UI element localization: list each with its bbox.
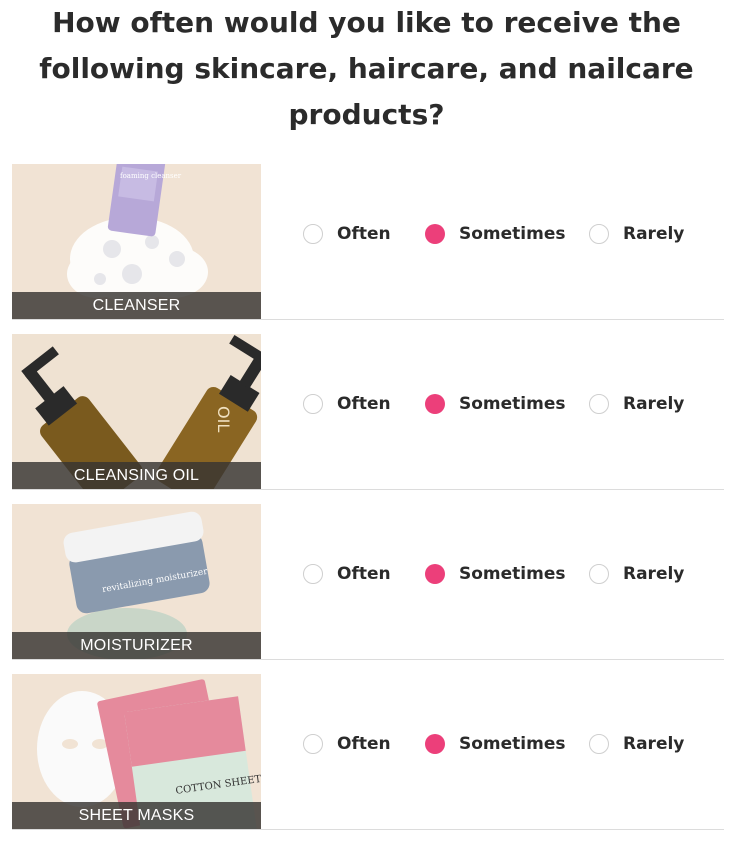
often-option[interactable]: Often xyxy=(303,561,391,587)
radio-sometimes-selected[interactable] xyxy=(425,224,445,244)
option-label-rarely: Rarely xyxy=(623,224,685,244)
product-row-moisturizer: revitalizing moisturizer MOISTURIZER Oft… xyxy=(0,502,733,672)
sheet-masks-image: COTTON SHEET MASK SHEET MASKS xyxy=(12,674,261,829)
radio-often[interactable] xyxy=(303,564,323,584)
row-divider xyxy=(12,489,724,490)
product-frequency-list: foaming cleanser CLEANSER Often Sometime… xyxy=(0,162,733,842)
radio-often[interactable] xyxy=(303,734,323,754)
product-caption: SHEET MASKS xyxy=(12,802,261,829)
rarely-option[interactable]: Rarely xyxy=(589,561,684,587)
option-label-often: Often xyxy=(337,734,391,754)
rarely-option[interactable]: Rarely xyxy=(589,221,684,247)
product-caption: CLEANSER xyxy=(12,292,261,319)
option-label-sometimes: Sometimes xyxy=(459,734,566,754)
cleanser-tube-text: foaming cleanser xyxy=(120,172,182,180)
radio-rarely[interactable] xyxy=(589,564,609,584)
often-option[interactable]: Often xyxy=(303,221,391,247)
sometimes-option[interactable]: Sometimes xyxy=(425,391,565,417)
often-option[interactable]: Often xyxy=(303,731,391,757)
product-caption: CLEANSING OIL xyxy=(12,462,261,489)
radio-rarely[interactable] xyxy=(589,224,609,244)
option-label-often: Often xyxy=(337,394,391,414)
product-row-sheet-masks: COTTON SHEET MASK SHEET MASKS Often Some… xyxy=(0,672,733,842)
rarely-option[interactable]: Rarely xyxy=(589,731,684,757)
cleanser-image: foaming cleanser CLEANSER xyxy=(12,164,261,319)
radio-rarely[interactable] xyxy=(589,734,609,754)
radio-often[interactable] xyxy=(303,224,323,244)
option-label-rarely: Rarely xyxy=(623,734,685,754)
frequency-radio-group: Often Sometimes Rarely xyxy=(303,391,703,417)
oil-bottle-text: OIL xyxy=(214,406,233,432)
moisturizer-image: revitalizing moisturizer MOISTURIZER xyxy=(12,504,261,659)
option-label-sometimes: Sometimes xyxy=(459,224,566,244)
radio-sometimes-selected[interactable] xyxy=(425,734,445,754)
question-title: How often would you like to receive the … xyxy=(39,6,694,131)
option-label-rarely: Rarely xyxy=(623,394,685,414)
radio-sometimes-selected[interactable] xyxy=(425,564,445,584)
sometimes-option[interactable]: Sometimes xyxy=(425,221,565,247)
product-caption: MOISTURIZER xyxy=(12,632,261,659)
option-label-sometimes: Sometimes xyxy=(459,394,566,414)
rarely-option[interactable]: Rarely xyxy=(589,391,684,417)
radio-often[interactable] xyxy=(303,394,323,414)
often-option[interactable]: Often xyxy=(303,391,391,417)
sometimes-option[interactable]: Sometimes xyxy=(425,731,565,757)
radio-sometimes-selected[interactable] xyxy=(425,394,445,414)
row-divider xyxy=(12,659,724,660)
radio-rarely[interactable] xyxy=(589,394,609,414)
product-row-cleansing-oil: OIL CLEANSING OIL Often Sometimes Rarely xyxy=(0,332,733,502)
frequency-radio-group: Often Sometimes Rarely xyxy=(303,221,703,247)
frequency-radio-group: Often Sometimes Rarely xyxy=(303,731,703,757)
option-label-often: Often xyxy=(337,564,391,584)
row-divider xyxy=(12,829,724,830)
row-divider xyxy=(12,319,724,320)
sometimes-option[interactable]: Sometimes xyxy=(425,561,565,587)
product-row-cleanser: foaming cleanser CLEANSER Often Sometime… xyxy=(0,162,733,332)
option-label-rarely: Rarely xyxy=(623,564,685,584)
option-label-sometimes: Sometimes xyxy=(459,564,566,584)
frequency-radio-group: Often Sometimes Rarely xyxy=(303,561,703,587)
cleansing-oil-image: OIL CLEANSING OIL xyxy=(12,334,261,489)
option-label-often: Often xyxy=(337,224,391,244)
